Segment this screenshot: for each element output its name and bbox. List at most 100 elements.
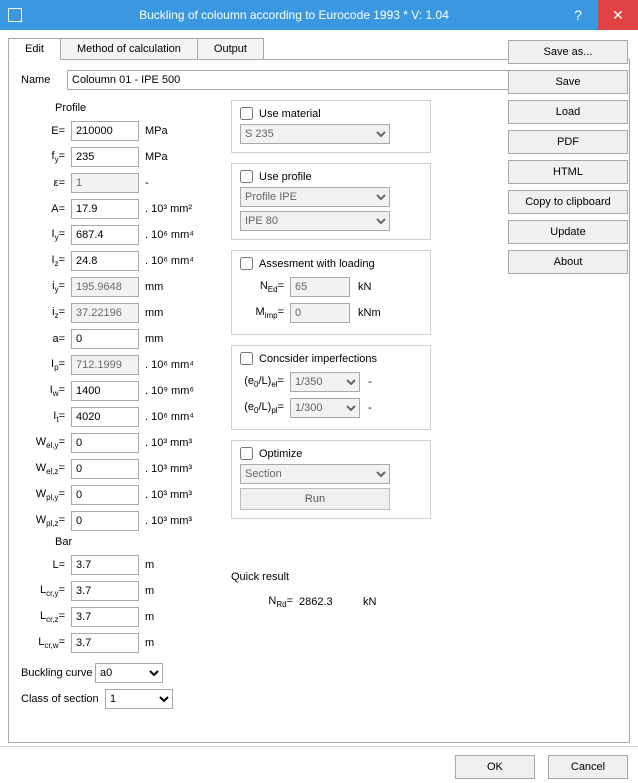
optimize-target-select[interactable]: Section: [240, 464, 390, 484]
unit-Welz: . 10³ mm³: [145, 463, 192, 475]
unit-Iy: . 10⁶ mm⁴: [145, 229, 194, 241]
unit-iy-lc: mm: [145, 281, 163, 293]
unit-e0pl: -: [368, 402, 372, 414]
input-Wply[interactable]: [71, 485, 139, 505]
save-button[interactable]: Save: [508, 70, 628, 94]
input-eps: [71, 173, 139, 193]
input-Iz[interactable]: [71, 251, 139, 271]
select-e0el[interactable]: 1/350: [290, 372, 360, 392]
label-Wely: Wel,y=: [21, 436, 71, 450]
label-Welz: Wel,z=: [21, 462, 71, 476]
unit-Iw: . 10⁹ mm⁶: [145, 385, 194, 397]
input-E[interactable]: [71, 121, 139, 141]
input-Lcrz[interactable]: [71, 607, 139, 627]
footer: OK Cancel: [0, 746, 638, 779]
input-iz-lc: [71, 303, 139, 323]
label-NRd: NRd=: [259, 595, 299, 609]
buckling-curve-select[interactable]: a0: [95, 663, 163, 683]
class-section-label: Class of section: [21, 693, 105, 705]
input-fy[interactable]: [71, 147, 139, 167]
material-select[interactable]: S 235: [240, 124, 390, 144]
unit-L: m: [145, 559, 154, 571]
unit-e0el: -: [368, 376, 372, 388]
unit-a: mm: [145, 333, 163, 345]
copy-button[interactable]: Copy to clipboard: [508, 190, 628, 214]
unit-Lcrw: m: [145, 637, 154, 649]
optimize-checkbox[interactable]: [240, 447, 253, 460]
input-Iw[interactable]: [71, 381, 139, 401]
input-Iy[interactable]: [71, 225, 139, 245]
html-button[interactable]: HTML: [508, 160, 628, 184]
title-bar: Buckling of coloumn according to Eurocod…: [0, 0, 638, 30]
app-icon: [8, 8, 22, 22]
input-Ip: [71, 355, 139, 375]
left-column: Profile E=MPa fy=MPa ε=- A=. 10³ mm² Iy=…: [21, 100, 221, 712]
buckling-curve-label: Buckling curve: [21, 667, 95, 679]
unit-NRd: kN: [363, 596, 376, 608]
unit-Lcrz: m: [145, 611, 154, 623]
label-e0pl: (e0/L)pl=: [240, 401, 290, 415]
input-Lcrw[interactable]: [71, 633, 139, 653]
tab-method[interactable]: Method of calculation: [60, 38, 198, 60]
select-e0pl[interactable]: 1/300: [290, 398, 360, 418]
imperfections-group: Concsider imperfections (e0/L)el=1/350- …: [231, 345, 431, 430]
assessment-label: Assesment with loading: [259, 258, 375, 270]
label-Wply: Wpl,y=: [21, 488, 71, 502]
help-button[interactable]: ?: [558, 0, 598, 30]
use-material-checkbox[interactable]: [240, 107, 253, 120]
label-Lcrz: Lcr,z=: [21, 610, 71, 624]
input-Lcry[interactable]: [71, 581, 139, 601]
input-It[interactable]: [71, 407, 139, 427]
imperfections-checkbox[interactable]: [240, 352, 253, 365]
tab-edit[interactable]: Edit: [8, 38, 61, 60]
label-Wplz: Wpl,z=: [21, 514, 71, 528]
unit-Iz: . 10⁶ mm⁴: [145, 255, 194, 267]
label-iz-lc: iz=: [21, 306, 71, 320]
cancel-button[interactable]: Cancel: [548, 755, 628, 779]
close-button[interactable]: ✕: [598, 0, 638, 30]
label-eps: ε=: [21, 177, 71, 189]
profile-size-select[interactable]: IPE 80: [240, 211, 390, 231]
side-button-panel: Save as... Save Load PDF HTML Copy to cl…: [508, 40, 628, 274]
label-It: It=: [21, 410, 71, 424]
load-button[interactable]: Load: [508, 100, 628, 124]
value-NRd: 2862.3: [299, 596, 349, 608]
label-L: L=: [21, 559, 71, 571]
input-Wely[interactable]: [71, 433, 139, 453]
profile-heading: Profile: [55, 102, 221, 114]
bar-heading: Bar: [55, 536, 221, 548]
input-A[interactable]: [71, 199, 139, 219]
use-profile-group: Use profile Profile IPE IPE 80: [231, 163, 431, 240]
unit-Wply: . 10³ mm³: [145, 489, 192, 501]
pdf-button[interactable]: PDF: [508, 130, 628, 154]
profile-type-select[interactable]: Profile IPE: [240, 187, 390, 207]
tab-output[interactable]: Output: [197, 38, 264, 60]
input-NEd[interactable]: [290, 277, 350, 297]
label-Iw: Iw=: [21, 384, 71, 398]
run-button[interactable]: Run: [240, 488, 390, 510]
save-as-button[interactable]: Save as...: [508, 40, 628, 64]
update-button[interactable]: Update: [508, 220, 628, 244]
use-profile-label: Use profile: [259, 171, 312, 183]
use-profile-checkbox[interactable]: [240, 170, 253, 183]
optimize-group: Optimize Section Run: [231, 440, 431, 519]
imperfections-label: Concsider imperfections: [259, 353, 377, 365]
quick-result-heading: Quick result: [231, 571, 431, 583]
label-Iz: Iz=: [21, 254, 71, 268]
class-section-select[interactable]: 1: [105, 689, 173, 709]
label-e0el: (e0/L)el=: [240, 375, 290, 389]
unit-Lcry: m: [145, 585, 154, 597]
unit-NEd: kN: [358, 281, 371, 293]
about-button[interactable]: About: [508, 250, 628, 274]
input-Mimp[interactable]: [290, 303, 350, 323]
ok-button[interactable]: OK: [455, 755, 535, 779]
input-L[interactable]: [71, 555, 139, 575]
use-material-label: Use material: [259, 108, 321, 120]
input-Welz[interactable]: [71, 459, 139, 479]
assessment-checkbox[interactable]: [240, 257, 253, 270]
unit-E: MPa: [145, 125, 168, 137]
input-a[interactable]: [71, 329, 139, 349]
label-iy-lc: iy=: [21, 280, 71, 294]
input-Wplz[interactable]: [71, 511, 139, 531]
unit-iz-lc: mm: [145, 307, 163, 319]
